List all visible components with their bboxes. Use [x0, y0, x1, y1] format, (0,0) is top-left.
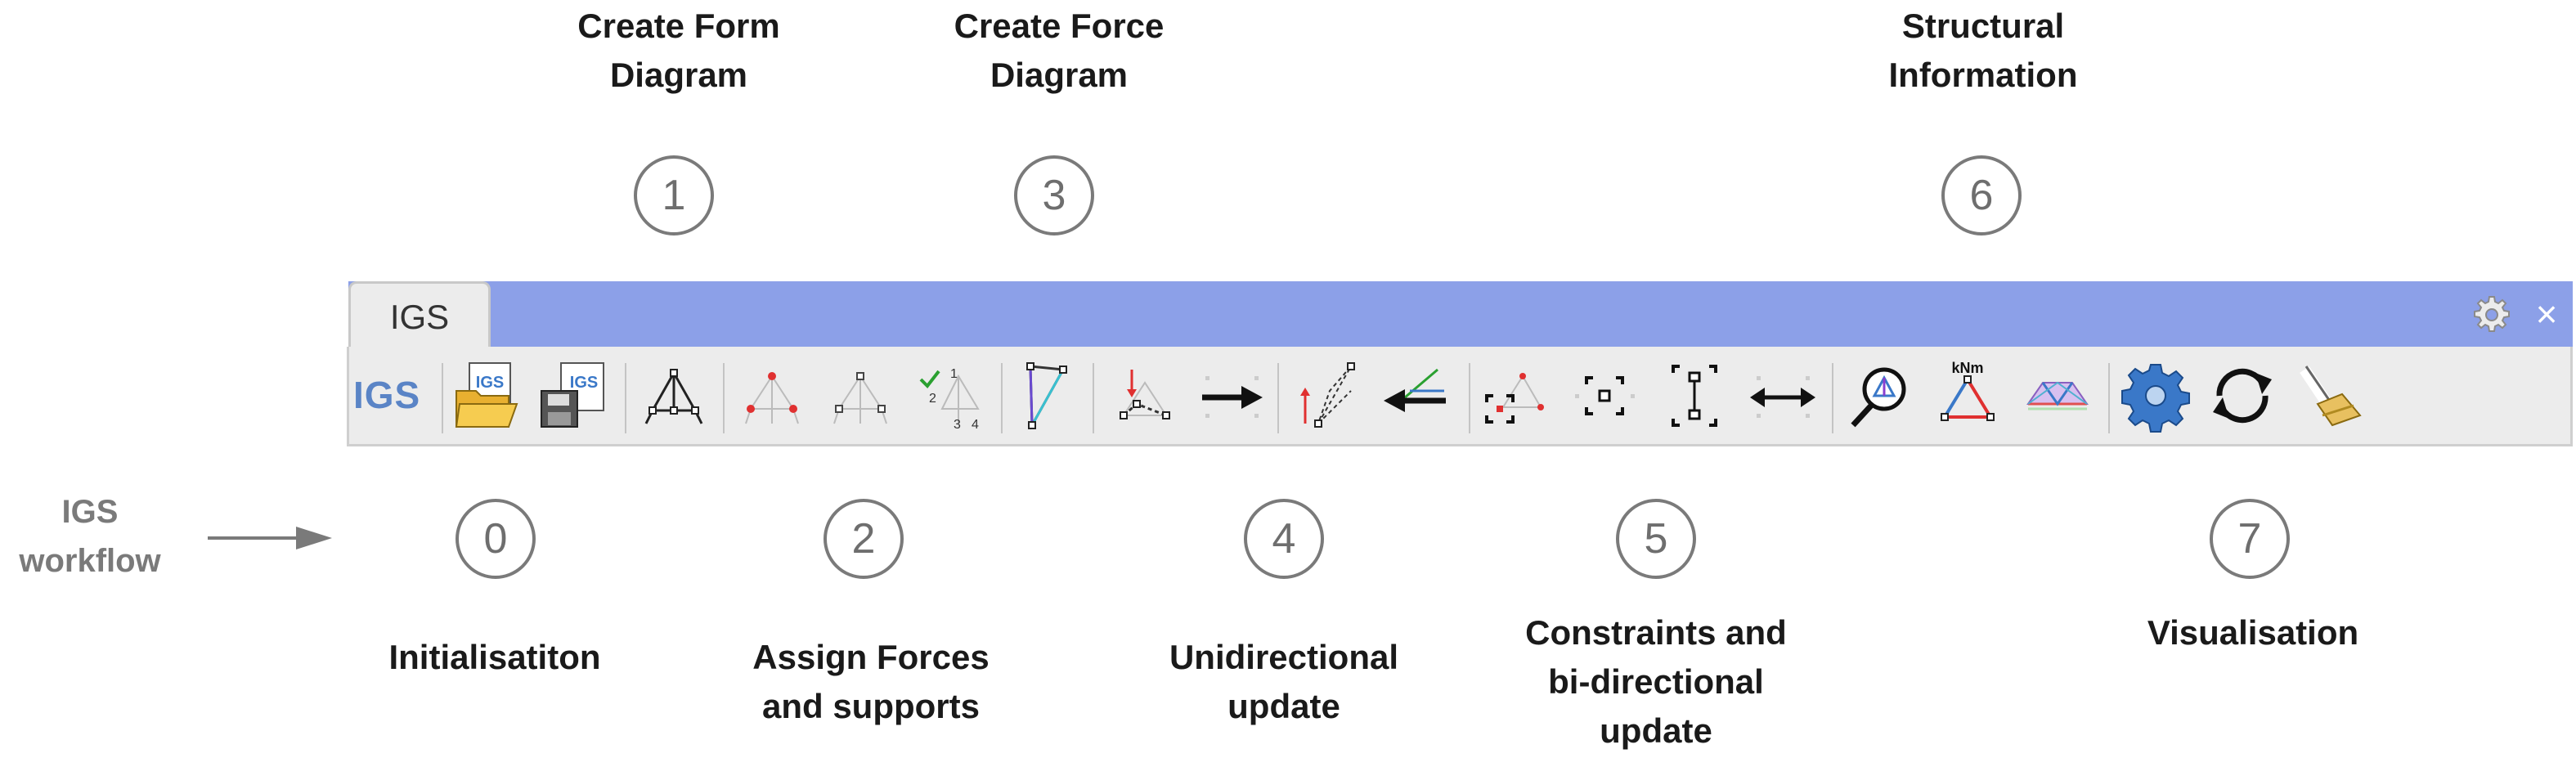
tab-igs[interactable]: IGS [348, 281, 491, 350]
step-circle-3: 3 [1014, 155, 1094, 235]
close-icon[interactable]: × [2529, 295, 2565, 333]
force-magnitude-icon[interactable]: kNm [1930, 358, 2005, 433]
toolbar-separator [1001, 363, 1003, 433]
toolbar-separator [723, 363, 725, 433]
force-diagram-icon[interactable] [1008, 358, 1083, 433]
step-circle-5: 5 [1616, 499, 1696, 579]
label-line: workflow [19, 543, 161, 579]
tab-bar [348, 281, 2573, 348]
update-form-diagram-icon[interactable] [1289, 358, 1364, 433]
save-file-text: IGS [570, 374, 598, 392]
label-line: Information [1888, 56, 2078, 94]
step-circle-4: 4 [1244, 499, 1324, 579]
label-visualisation: Visualisation [2110, 608, 2396, 657]
label-line: update [1227, 687, 1340, 725]
toolbar-separator [1469, 363, 1470, 433]
gear-icon[interactable] [2471, 294, 2512, 335]
label-line: Diagram [990, 56, 1129, 94]
label-line: Initialisatiton [388, 638, 601, 676]
number-label: 2 [929, 392, 936, 406]
open-file-text: IGS [476, 374, 504, 392]
label-line: Diagram [609, 56, 748, 94]
label-create-form-diagram: Create Form Diagram [564, 2, 793, 100]
label-line: and supports [761, 687, 980, 725]
toolbar-separator [1093, 363, 1094, 433]
label-constraints: Constraints and bi-directional update [1488, 608, 1824, 756]
step-circle-6: 6 [1941, 155, 2022, 235]
refresh-icon[interactable] [2205, 358, 2280, 433]
kNm-label: kNm [1951, 360, 1983, 376]
update-force-icon[interactable] [1104, 358, 1179, 433]
label-line: update [1600, 711, 1712, 750]
workflow-arrow [208, 527, 332, 549]
step-circle-7: 7 [2210, 499, 2290, 579]
constraint-direction-icon[interactable] [1745, 358, 1820, 433]
toolbar-separator [1832, 363, 1833, 433]
label-initialisation: Initialisatiton [352, 633, 638, 682]
label-line: Structural [1901, 7, 2065, 45]
label-assign-forces: Assign Forces and supports [720, 633, 1022, 731]
number-label: 4 [972, 418, 979, 432]
save-file-icon[interactable]: IGS [536, 358, 612, 433]
label-line: Unidirectional [1169, 638, 1399, 676]
toolbar-separator [2108, 363, 2110, 433]
form-diagram-icon[interactable] [636, 358, 711, 433]
constraint-point-icon[interactable] [1567, 358, 1642, 433]
constraint-edge-icon[interactable] [1657, 358, 1732, 433]
label-line: bi-directional [1548, 662, 1764, 701]
inspect-icon[interactable] [1843, 358, 1919, 433]
label-line: Visualisation [2147, 613, 2359, 652]
number-label: 3 [954, 418, 961, 432]
update-force-arrow-left-icon[interactable] [1377, 358, 1452, 433]
clear-broom-icon[interactable] [2295, 358, 2370, 433]
label-structural-information: Structural Information [1856, 2, 2110, 100]
toolbar-separator [1277, 363, 1279, 433]
settings-gear-icon[interactable] [2118, 358, 2193, 433]
update-form-arrow-right-icon[interactable] [1194, 358, 1269, 433]
number-label: 1 [950, 367, 958, 381]
constraint-vertex-icon[interactable] [1479, 358, 1554, 433]
open-file-icon[interactable]: IGS [451, 358, 527, 433]
igs-workflow-label: IGS workflow [8, 487, 172, 585]
label-create-force-diagram: Create Force Diagram [940, 2, 1178, 100]
label-line: Create Force [954, 7, 1165, 45]
step-circle-1: 1 [634, 155, 714, 235]
toolbar-separator [625, 363, 626, 433]
toolbar-separator [442, 363, 443, 433]
igs-logo: IGS [353, 374, 421, 416]
label-line: Create Form [577, 7, 780, 45]
assign-supports-icon[interactable] [823, 358, 898, 433]
label-line: Constraints and [1525, 613, 1787, 652]
step-circle-2: 2 [824, 499, 904, 579]
label-line: IGS [61, 494, 119, 530]
step-circle-0: 0 [456, 499, 536, 579]
assign-numbering-icon[interactable]: 1 2 3 4 [913, 358, 988, 433]
truss-view-icon[interactable] [2020, 358, 2095, 433]
assign-forces-icon[interactable] [734, 358, 810, 433]
label-unidirectional-update: Unidirectional update [1137, 633, 1431, 731]
label-line: Assign Forces [752, 638, 990, 676]
